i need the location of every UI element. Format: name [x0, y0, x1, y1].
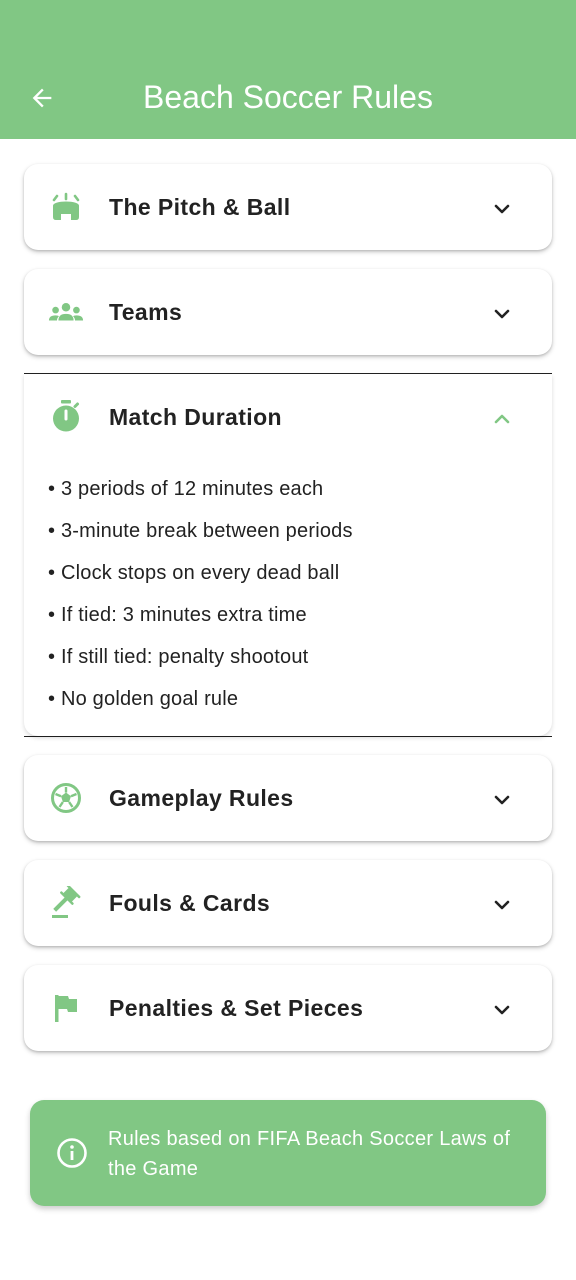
rule-item: • If still tied: penalty shootout: [48, 646, 309, 668]
section-title: The Pitch & Ball: [109, 194, 291, 220]
section-match-duration: Match Duration • 3 periods of 12 minutes…: [24, 373, 552, 737]
rule-list: • 3 periods of 12 minutes each • 3-minut…: [48, 468, 353, 720]
info-text: Rules based on FIFA Beach Soccer Laws of…: [108, 1128, 511, 1180]
info-banner: Rules based on FIFA Beach Soccer Laws of…: [30, 1100, 546, 1206]
section-fouls-cards: Fouls & Cards: [24, 860, 552, 946]
section-title: Gameplay Rules: [109, 785, 294, 811]
section-header-teams[interactable]: Teams: [24, 269, 552, 355]
stadium-icon: [48, 191, 84, 223]
rule-item: • If tied: 3 minutes extra time: [48, 604, 307, 626]
section-title: Penalties & Set Pieces: [109, 995, 364, 1021]
section-pitch-ball: The Pitch & Ball: [24, 164, 552, 250]
app-bar: Beach Soccer Rules: [0, 0, 576, 139]
section-title: Fouls & Cards: [109, 890, 271, 916]
rule-item: • 3-minute break between periods: [48, 520, 353, 542]
section-penalties-set-pieces: Penalties & Set Pieces: [24, 965, 552, 1051]
rule-item: • No golden goal rule: [48, 688, 239, 710]
chevron-down-icon[interactable]: [490, 788, 514, 812]
section-header-gameplay-rules[interactable]: Gameplay Rules: [24, 755, 552, 841]
chevron-down-icon[interactable]: [490, 893, 514, 917]
section-header-penalties-set-pieces[interactable]: Penalties & Set Pieces: [24, 965, 552, 1051]
section-title: Match Duration: [109, 404, 282, 430]
rule-item: • 3 periods of 12 minutes each: [48, 478, 324, 500]
chevron-down-icon[interactable]: [490, 998, 514, 1022]
timer-icon: [48, 400, 84, 432]
rule-item: • Clock stops on every dead ball: [48, 562, 340, 584]
section-title: Teams: [109, 299, 183, 325]
groups-icon: [48, 296, 84, 328]
section-header-pitch-ball[interactable]: The Pitch & Ball: [24, 164, 552, 250]
section-teams: Teams: [24, 269, 552, 355]
section-gameplay-rules: Gameplay Rules: [24, 755, 552, 841]
chevron-down-icon[interactable]: [490, 302, 514, 326]
section-header-match-duration[interactable]: Match Duration: [24, 374, 552, 460]
info-icon: [56, 1137, 88, 1169]
soccer-ball-icon: [48, 782, 84, 814]
page-title: Beach Soccer Rules: [143, 79, 433, 115]
chevron-up-icon[interactable]: [490, 407, 514, 431]
chevron-down-icon[interactable]: [490, 197, 514, 221]
flag-icon: [48, 992, 84, 1024]
gavel-icon: [48, 886, 84, 919]
section-header-fouls-cards[interactable]: Fouls & Cards: [24, 860, 552, 946]
